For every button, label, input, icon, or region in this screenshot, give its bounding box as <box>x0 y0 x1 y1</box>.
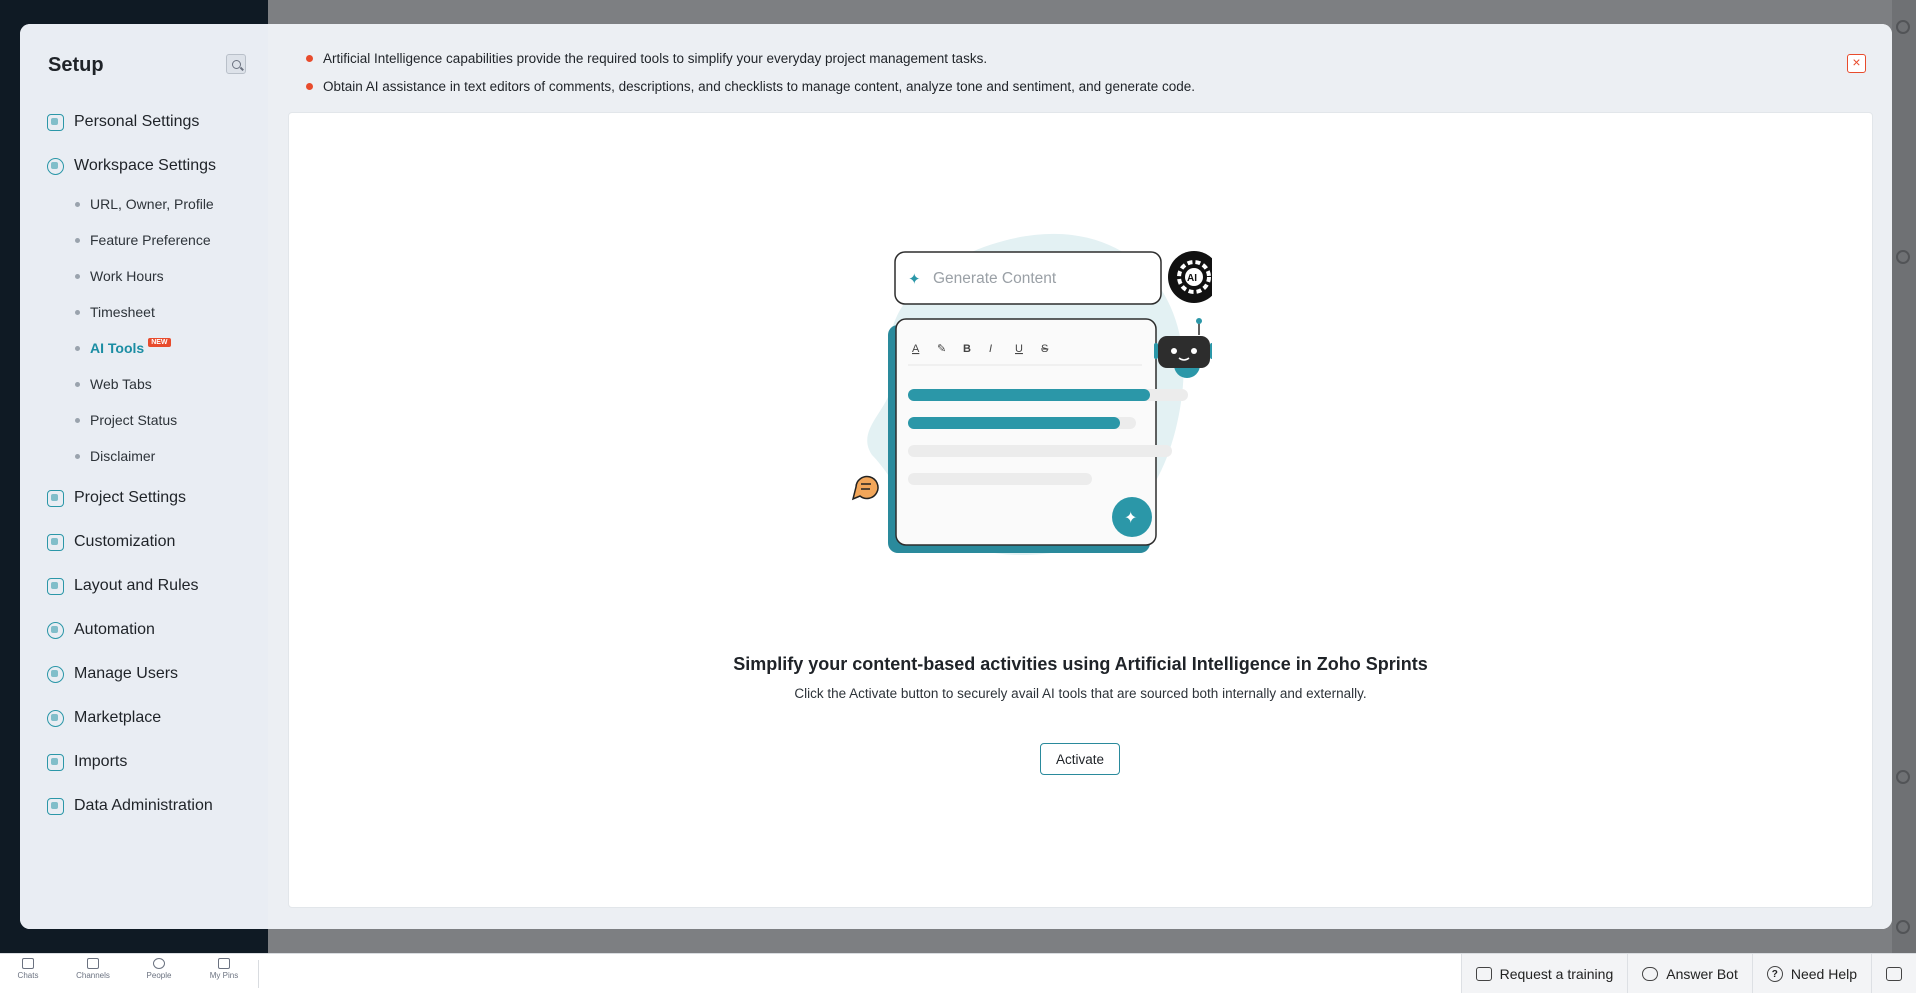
sidebar-item-manage-users[interactable]: Manage Users <box>47 665 178 683</box>
ai-tools-headline: Simplify your content-based activities u… <box>733 654 1428 674</box>
sidebar-item-project-settings[interactable]: Project Settings <box>47 489 186 507</box>
toolbar-italic: I <box>989 343 992 355</box>
sidebar-subitem-web-tabs[interactable]: Web Tabs <box>75 376 152 392</box>
intro-bullet: Obtain AI assistance in text editors of … <box>306 72 1195 100</box>
sparkle-icon: ✦ <box>908 271 921 288</box>
text-line <box>908 473 1092 485</box>
channels-icon <box>87 958 99 969</box>
close-button[interactable]: × <box>1847 54 1866 73</box>
sidebar-item-layout-and-rules[interactable]: Layout and Rules <box>47 577 199 595</box>
sidebar-subitem-ai-tools[interactable]: AI Tools NEW <box>75 337 177 356</box>
sidebar-subitem-work-hours[interactable]: Work Hours <box>75 268 164 284</box>
menu-icon <box>1886 967 1902 981</box>
bottom-bar: Chats Channels People My Pins Request a … <box>0 953 1916 993</box>
setup-sidebar: Setup Personal Settings Workspace Settin… <box>20 24 268 929</box>
bottom-nav-channels[interactable]: Channels <box>68 958 118 980</box>
bottom-actions: Request a training Answer Bot ? Need Help <box>1460 954 1916 993</box>
sidebar-subitem-disclaimer[interactable]: Disclaimer <box>75 448 155 464</box>
sidebar-item-data-administration[interactable]: Data Administration <box>47 797 213 815</box>
bg-edge-icon <box>1896 920 1910 934</box>
bottom-nav-chats[interactable]: Chats <box>3 958 53 980</box>
app-background-edge <box>1892 0 1916 953</box>
chat-bubble-icon <box>851 475 879 501</box>
sidebar-subitem-url-owner-profile[interactable]: URL, Owner, Profile <box>75 196 214 212</box>
marketplace-icon <box>47 709 64 727</box>
need-help-button[interactable]: ? Need Help <box>1751 954 1871 993</box>
sidebar-subitem-feature-preference[interactable]: Feature Preference <box>75 232 211 248</box>
sidebar-item-marketplace[interactable]: Marketplace <box>47 709 161 727</box>
chat-icon <box>22 958 34 969</box>
sidebar-item-imports[interactable]: Imports <box>47 753 127 771</box>
sidebar-item-workspace-settings[interactable]: Workspace Settings <box>47 157 216 175</box>
workspace-settings-icon <box>47 157 64 175</box>
ai-illustration: A ✎ B I U S ✦ ✦ Generate Content AI <box>851 233 1212 555</box>
bg-edge-icon <box>1896 20 1910 34</box>
sidebar-item-personal-settings[interactable]: Personal Settings <box>47 113 199 131</box>
toolbar-underline: U <box>1015 343 1023 355</box>
toolbar-bold: B <box>963 343 971 355</box>
more-menu-button[interactable] <box>1871 954 1916 993</box>
new-badge: NEW <box>148 337 171 347</box>
ai-tools-intro: Artificial Intelligence capabilities pro… <box>306 44 1195 100</box>
bottom-nav-my-pins[interactable]: My Pins <box>199 958 249 980</box>
sidebar-subitem-project-status[interactable]: Project Status <box>75 412 177 428</box>
svg-text:✦: ✦ <box>1124 510 1137 527</box>
toolbar-font-color: A <box>912 343 920 355</box>
text-line <box>908 445 1172 457</box>
ai-tools-subtext: Click the Activate button to securely av… <box>794 686 1367 701</box>
text-line <box>908 417 1120 429</box>
toolbar-strike: S <box>1041 343 1048 355</box>
search-icon <box>231 59 241 69</box>
bg-edge-icon <box>1896 250 1910 264</box>
answer-bot-icon <box>1642 967 1659 981</box>
manage-users-icon <box>47 665 64 683</box>
project-settings-icon <box>47 489 64 507</box>
intro-bullet: Artificial Intelligence capabilities pro… <box>306 44 1195 72</box>
sidebar-item-automation[interactable]: Automation <box>47 621 155 639</box>
generate-content-placeholder: Generate Content <box>933 270 1057 287</box>
sidebar-item-customization[interactable]: Customization <box>47 533 175 551</box>
ai-tools-content: Artificial Intelligence capabilities pro… <box>268 24 1892 929</box>
personal-settings-icon <box>47 113 64 131</box>
layout-rules-icon <box>47 577 64 595</box>
sidebar-subitem-timesheet[interactable]: Timesheet <box>75 304 155 320</box>
request-training-button[interactable]: Request a training <box>1460 954 1628 993</box>
toolbar-highlight: ✎ <box>937 343 946 355</box>
bottom-nav-people[interactable]: People <box>134 958 184 980</box>
bg-edge-icon <box>1896 770 1910 784</box>
automation-icon <box>47 621 64 639</box>
pin-icon <box>218 958 230 969</box>
training-icon <box>1475 967 1492 981</box>
data-administration-icon <box>47 797 64 815</box>
people-icon <box>153 958 165 969</box>
text-line <box>908 389 1150 401</box>
setup-title: Setup <box>48 54 104 76</box>
activate-button[interactable]: Activate <box>1040 743 1120 775</box>
customization-icon <box>47 533 64 551</box>
sidebar-search-button[interactable] <box>226 54 246 74</box>
ai-tools-panel: A ✎ B I U S ✦ ✦ Generate Content AI Simp… <box>288 112 1873 908</box>
help-icon: ? <box>1766 966 1783 982</box>
answer-bot-button[interactable]: Answer Bot <box>1627 954 1752 993</box>
imports-icon <box>47 753 64 771</box>
ai-badge: AI <box>1187 273 1197 284</box>
setup-modal: Setup Personal Settings Workspace Settin… <box>20 24 1892 929</box>
